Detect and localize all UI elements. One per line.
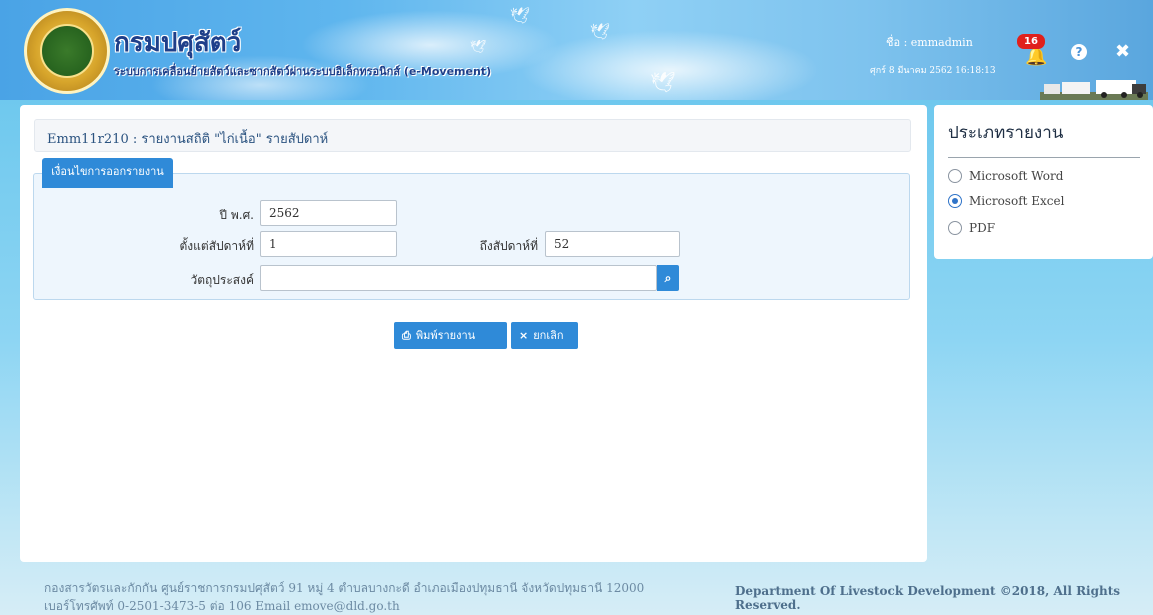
question-circle-icon[interactable]: ? bbox=[1071, 44, 1087, 60]
cancel-button[interactable]: × ยกเลิก bbox=[511, 322, 578, 349]
radio-label-pdf: PDF bbox=[969, 221, 996, 235]
radio-button[interactable] bbox=[948, 169, 962, 183]
radio-button[interactable] bbox=[948, 221, 962, 235]
divider bbox=[948, 157, 1140, 158]
dove-icon: 🕊 bbox=[590, 22, 611, 41]
year-input[interactable]: 2562 bbox=[260, 200, 397, 226]
search-icon: ⌕ bbox=[664, 271, 672, 285]
purpose-label: วัตถุประสงค์ bbox=[190, 273, 254, 287]
purpose-input[interactable] bbox=[260, 265, 657, 291]
from-week-label: ตั้งแต่สัปดาห์ที่ bbox=[179, 239, 254, 253]
footer-address-line2: เบอร์โทรศัพท์ 0-2501-3473-5 ต่อ 106 Emai… bbox=[44, 599, 400, 613]
radio-label-word: Microsoft Word bbox=[969, 169, 1064, 183]
footer-address-line1: กองสารวัตรและกักกัน ศูนย์ราชการกรมปศุสัต… bbox=[44, 581, 645, 595]
radio-option-word[interactable]: Microsoft Word bbox=[948, 169, 1063, 183]
report-type-panel: ประเภทรายงาน Microsoft Word Microsoft Ex… bbox=[934, 105, 1153, 259]
truck-illustration bbox=[1040, 80, 1148, 100]
footer-address: กองสารวัตรและกักกัน ศูนย์ราชการกรมปศุสัต… bbox=[44, 579, 644, 615]
report-type-title: ประเภทรายงาน bbox=[948, 123, 1064, 143]
dove-icon: 🕊 bbox=[470, 40, 487, 55]
logo-emblem bbox=[40, 24, 94, 78]
current-datetime: ศุกร์ 8 มีนาคม 2562 16:18:13 bbox=[870, 66, 996, 76]
brand-title: กรมปศุสัตว์ bbox=[114, 28, 242, 58]
search-button[interactable]: ⌕ bbox=[657, 265, 679, 291]
notification-badge[interactable]: 16 bbox=[1017, 34, 1045, 49]
brand-subtitle: ระบบการเคลื่อนย้ายสัตว์และซากสัตว์ผ่านระ… bbox=[114, 65, 492, 78]
page-title: Emm11r210 : รายงานสถิติ "ไก่เนื้อ" รายสั… bbox=[47, 132, 329, 147]
user-name: ชื่อ : emmadmin bbox=[886, 36, 973, 49]
page-title-bar: Emm11r210 : รายงานสถิติ "ไก่เนื้อ" รายสั… bbox=[34, 119, 911, 152]
filter-conditions-box: ปี พ.ศ. 2562 ตั้งแต่สัปดาห์ที่ 1 ถึงสัปด… bbox=[33, 173, 910, 300]
radio-option-pdf[interactable]: PDF bbox=[948, 221, 995, 235]
header-banner: 🕊 🕊 🕊 🕊 กรมปศุสัตว์ ระบบการเคลื่อนย้ายสั… bbox=[0, 0, 1153, 100]
to-week-label: ถึงสัปดาห์ที่ bbox=[479, 239, 538, 253]
bell-icon[interactable]: 🔔 bbox=[1025, 46, 1047, 68]
print-report-label: พิมพ์รายงาน bbox=[415, 329, 476, 342]
close-icon[interactable]: ✖ bbox=[1115, 41, 1130, 62]
close-icon: × bbox=[519, 329, 529, 342]
cancel-label: ยกเลิก bbox=[533, 329, 564, 342]
radio-label-excel: Microsoft Excel bbox=[969, 194, 1065, 208]
from-week-input[interactable]: 1 bbox=[260, 231, 397, 257]
to-week-input[interactable]: 52 bbox=[545, 231, 680, 257]
department-logo[interactable] bbox=[24, 8, 110, 94]
report-main-panel: Emm11r210 : รายงานสถิติ "ไก่เนื้อ" รายสั… bbox=[20, 105, 927, 562]
radio-button-selected[interactable] bbox=[948, 194, 962, 208]
print-report-button[interactable]: ⎙ พิมพ์รายงาน bbox=[394, 322, 507, 349]
year-label: ปี พ.ศ. bbox=[219, 208, 254, 222]
dove-icon: 🕊 bbox=[510, 6, 531, 25]
radio-option-excel[interactable]: Microsoft Excel bbox=[948, 194, 1064, 208]
printer-icon: ⎙ bbox=[402, 329, 411, 342]
tab-report-conditions[interactable]: เงื่อนไขการออกรายงาน bbox=[42, 158, 173, 188]
dove-icon: 🕊 bbox=[650, 70, 676, 94]
footer-copyright: Department Of Livestock Development ©201… bbox=[735, 584, 1121, 612]
